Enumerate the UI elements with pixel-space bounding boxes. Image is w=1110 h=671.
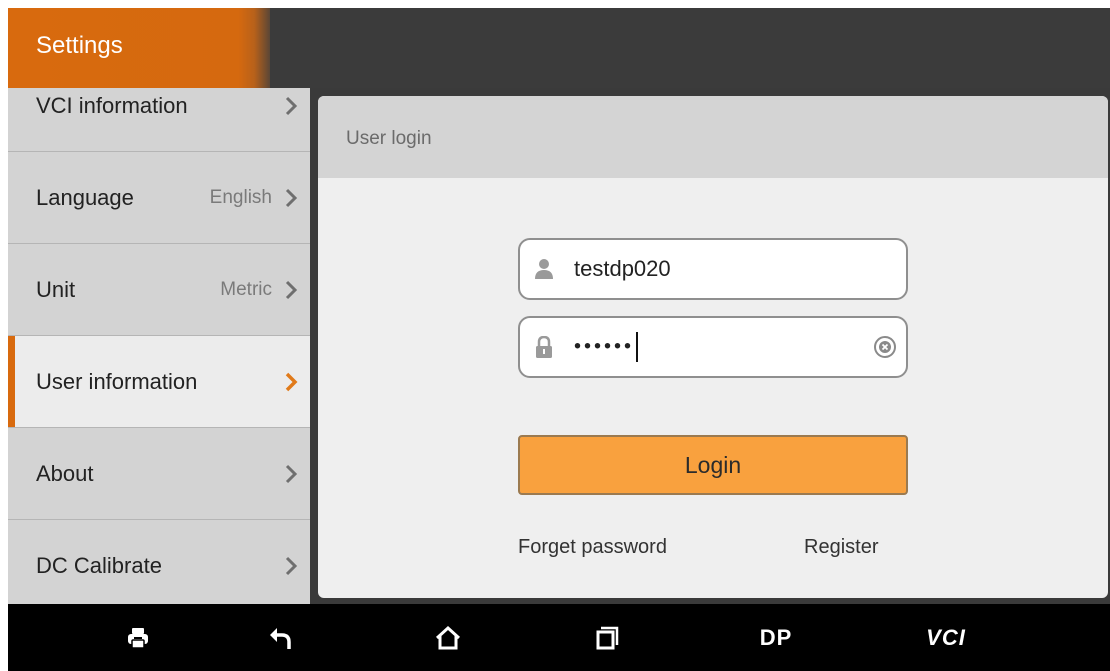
login-button[interactable]: Login [518, 435, 908, 495]
main-panel: User login testdp020 •••••• Login Forget… [310, 88, 1110, 604]
chevron-right-icon [285, 556, 298, 575]
sidebar-item-language[interactable]: Language English [8, 152, 310, 244]
app-screen: Settings VCI information Language Englis… [8, 8, 1110, 671]
card-header: User login [318, 96, 1108, 178]
chevron-right-icon [285, 188, 298, 207]
forget-password-link[interactable]: Forget password [518, 536, 667, 559]
text-caret [636, 332, 639, 362]
chevron-right-icon [285, 280, 298, 299]
sidebar-item-vci-information[interactable]: VCI information [8, 88, 310, 152]
settings-tab[interactable]: Settings [8, 8, 270, 88]
chevron-right-icon [285, 464, 298, 483]
vci-button[interactable]: VCI [906, 604, 986, 671]
sidebar-item-unit[interactable]: Unit Metric [8, 244, 310, 336]
register-link[interactable]: Register [804, 536, 878, 559]
login-card: User login testdp020 •••••• Login Forget… [318, 96, 1108, 598]
page-title: Settings [36, 32, 123, 59]
print-button[interactable] [98, 604, 178, 671]
password-field[interactable]: •••••• [518, 316, 908, 378]
recent-apps-button[interactable] [568, 604, 648, 671]
close-icon [879, 341, 891, 353]
lock-icon [536, 336, 552, 358]
back-icon [270, 627, 291, 649]
home-icon [435, 625, 461, 649]
vci-label: VCI [926, 624, 966, 650]
user-icon [535, 259, 553, 279]
sidebar-item-about[interactable]: About [8, 428, 310, 520]
back-button[interactable] [240, 604, 320, 671]
chevron-right-icon [285, 96, 298, 115]
card-title: User login [346, 128, 432, 149]
dp-label: DP [759, 624, 793, 650]
sidebar-item-label: DC Calibrate [36, 552, 162, 578]
print-icon [128, 627, 148, 649]
title-bar: Settings [8, 8, 1110, 88]
sidebar-item-label: About [36, 460, 94, 486]
clear-icon[interactable] [874, 336, 896, 358]
sidebar-item-label: User information [36, 368, 198, 394]
sidebar-item-user-information[interactable]: User information [8, 336, 310, 428]
home-button[interactable] [408, 604, 488, 671]
settings-sidebar: VCI information Language English Unit Me… [8, 88, 310, 604]
recent-apps-icon [596, 626, 619, 649]
sidebar-item-label: Language [36, 184, 134, 210]
sidebar-item-label: Unit [36, 276, 76, 302]
sidebar-item-value: English [209, 186, 272, 208]
username-field[interactable]: testdp020 [518, 238, 908, 300]
username-value: testdp020 [574, 256, 671, 281]
password-mask: •••••• [574, 335, 635, 358]
password-value: •••••• [574, 332, 639, 362]
dp-button[interactable]: DP [736, 604, 816, 671]
chevron-right-icon [285, 372, 298, 391]
sidebar-item-label: VCI information [36, 92, 188, 118]
sidebar-item-dc-calibrate[interactable]: DC Calibrate [8, 520, 310, 604]
sidebar-item-value: Metric [220, 278, 272, 300]
bottom-nav-bar: DP VCI [8, 604, 1110, 671]
